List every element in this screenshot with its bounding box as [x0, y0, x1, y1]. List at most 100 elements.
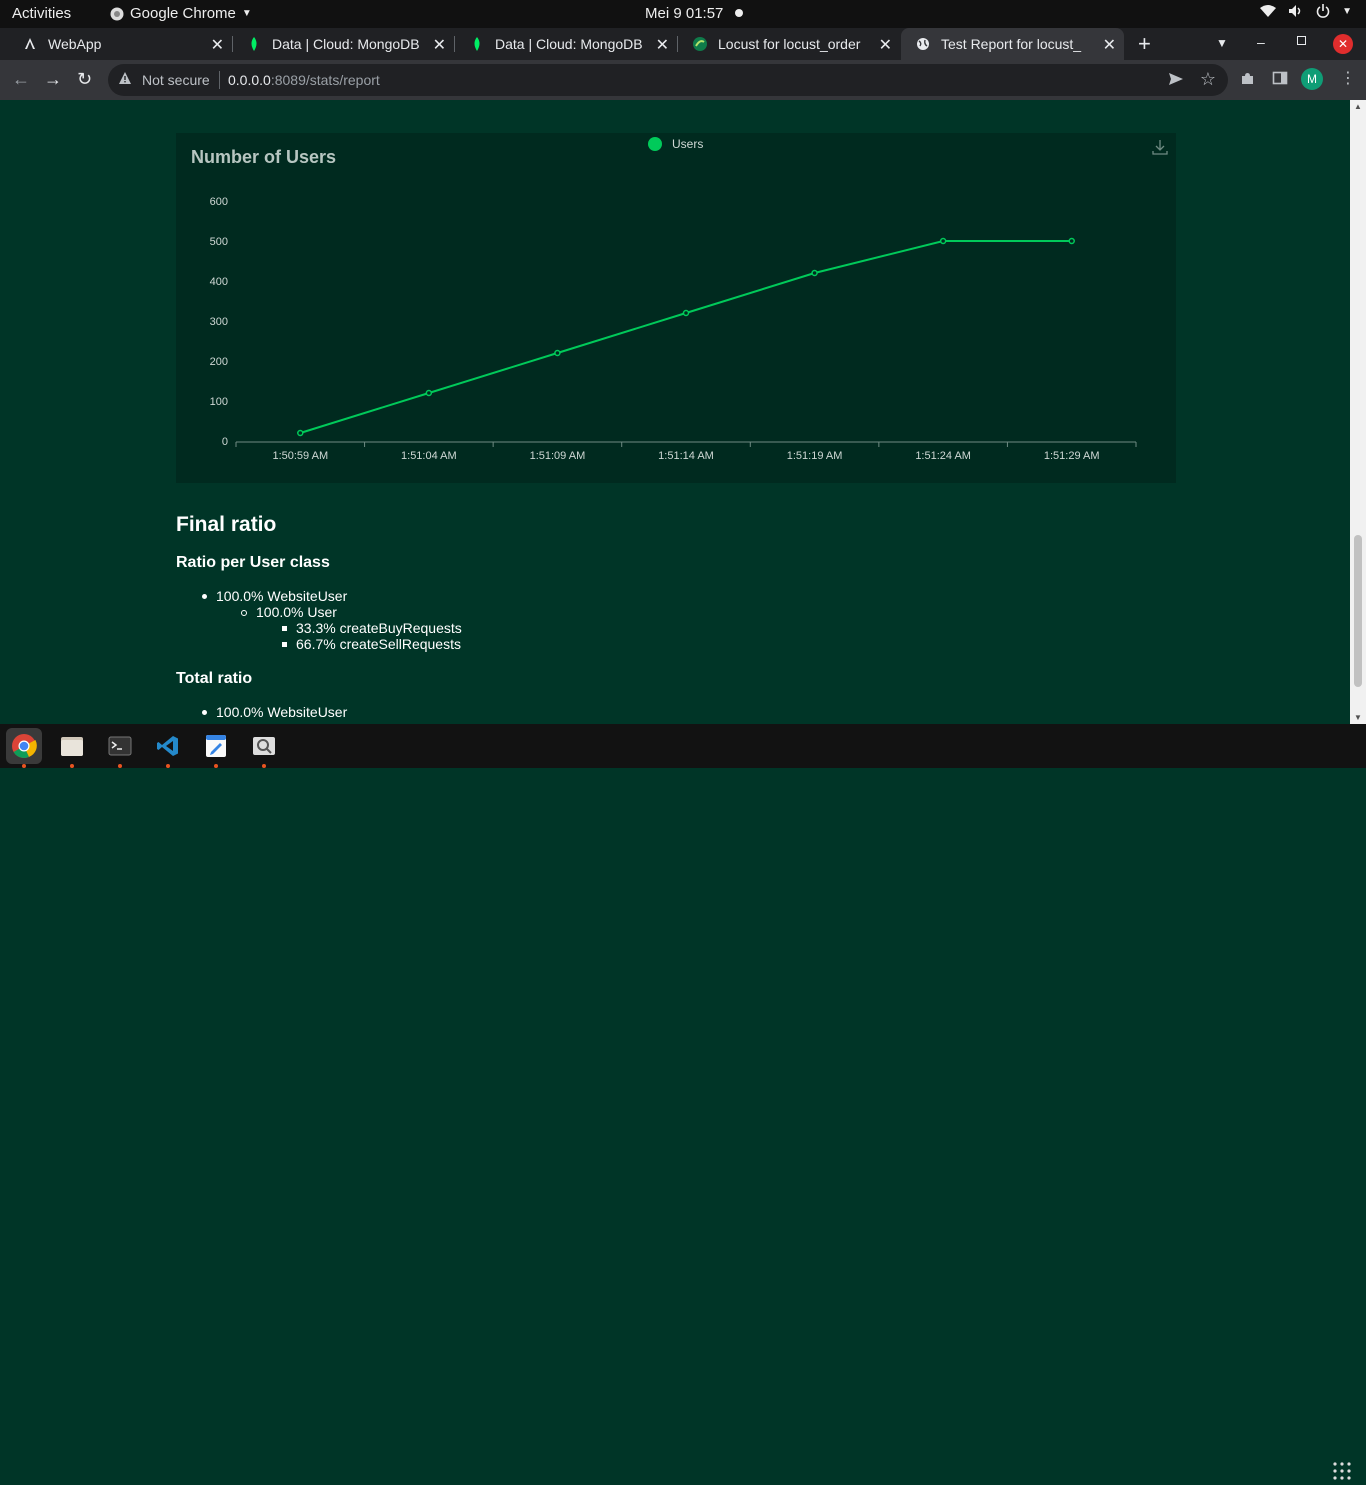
scrollbar-thumb[interactable] [1354, 535, 1362, 687]
running-indicator [166, 764, 170, 768]
close-tab-icon[interactable]: ✕ [211, 35, 224, 55]
data-point [425, 389, 433, 397]
reload-icon[interactable]: ↻ [77, 69, 92, 90]
tab-title: Data | Cloud: MongoDB [272, 36, 420, 52]
close-tab-icon[interactable]: ✕ [879, 35, 892, 55]
total-ratio-heading: Total ratio [176, 670, 253, 687]
scroll-up-arrow-icon[interactable]: ▲ [1354, 102, 1362, 111]
clock[interactable]: Mei 9 01:57 [645, 5, 723, 22]
x-tick-label: 1:51:04 AM [401, 450, 457, 462]
running-indicator [22, 764, 26, 768]
chevron-down-icon: ▼ [1342, 5, 1352, 17]
series-line-users [299, 240, 1072, 434]
warning-triangle-icon[interactable] [118, 71, 132, 88]
close-tab-icon[interactable]: ✕ [433, 35, 446, 55]
dock-chrome[interactable] [6, 728, 42, 764]
list-bullet [282, 642, 287, 647]
bookmark-star-icon[interactable]: ☆ [1200, 69, 1216, 90]
send-to-devices-icon[interactable] [1168, 72, 1184, 89]
app-name: Google Chrome [130, 5, 236, 22]
system-top-bar: Activities Google Chrome ▼ Mei 9 01:57 ▼ [0, 0, 1366, 28]
globe-icon [915, 36, 931, 52]
tab-webapp[interactable]: WebApp ✕ [8, 28, 232, 60]
data-point [811, 269, 818, 277]
data-point [939, 237, 947, 245]
data-point [297, 429, 304, 437]
restore-button[interactable] [1297, 36, 1306, 45]
tab-title: Locust for locust_order [718, 36, 861, 52]
scroll-down-arrow-icon[interactable]: ▼ [1354, 713, 1362, 722]
x-tick-label: 1:51:09 AM [530, 450, 586, 462]
chevron-down-icon: ▼ [241, 8, 252, 19]
tab-mongodb-1[interactable]: Data | Cloud: MongoDB ✕ [232, 28, 454, 60]
minimize-button[interactable]: – [1257, 34, 1265, 50]
magnifier-icon [253, 737, 275, 755]
dock-text-editor[interactable] [198, 728, 234, 764]
list-item: 33.3% createBuyRequests [296, 620, 462, 636]
y-tick-label: 400 [210, 276, 228, 288]
new-tab-button[interactable]: + [1138, 31, 1151, 57]
angular-icon [22, 36, 38, 52]
system-menu[interactable]: ▼ [1260, 4, 1352, 18]
back-arrow-icon[interactable]: ← [12, 69, 30, 90]
y-tick-label: 0 [222, 436, 228, 448]
security-label[interactable]: Not secure [142, 72, 210, 88]
tab-title: Data | Cloud: MongoDB [495, 36, 643, 52]
activities-button[interactable]: Activities [12, 5, 71, 22]
list-bullet [202, 594, 207, 599]
extensions-puzzle-icon[interactable] [1240, 70, 1256, 91]
tab-locust[interactable]: Locust for locust_order ✕ [678, 28, 900, 60]
x-tick-label: 1:51:19 AM [787, 450, 843, 462]
omnibox-divider [219, 71, 220, 89]
running-indicator [118, 764, 122, 768]
users-chart-panel: Number of Users Users 0 100 200 300 400 500 60… [176, 133, 1176, 483]
users-line-chart: 0 100 200 300 400 500 600 1:50:59 AM 1:51:04 AM 1… [210, 196, 1137, 462]
browser-toolbar: ← → ↻ Not secure 0.0.0.0:8089/stats/repo… [0, 60, 1366, 100]
x-tick-label: 1:51:29 AM [1044, 450, 1100, 462]
address-bar[interactable]: Not secure 0.0.0.0:8089/stats/report ☆ [108, 64, 1228, 96]
side-panel-icon[interactable] [1272, 70, 1288, 91]
profile-avatar[interactable]: M [1301, 68, 1323, 90]
terminal-icon [108, 736, 132, 756]
vscode-icon [157, 736, 178, 756]
close-tab-icon[interactable]: ✕ [1103, 35, 1116, 55]
dock-terminal[interactable] [102, 728, 138, 764]
y-tick-label: 200 [210, 356, 228, 368]
data-point [1068, 237, 1075, 245]
power-icon [1316, 4, 1330, 18]
dock [0, 724, 1366, 1480]
tab-strip: WebApp ✕ Data | Cloud: MongoDB ✕ Data | … [0, 28, 1366, 60]
forward-arrow-icon[interactable]: → [44, 69, 62, 90]
report-page: Number of Users Users 0 100 200 300 400 500 60… [0, 100, 1350, 724]
dock-screenshot[interactable] [246, 728, 282, 764]
data-point [554, 349, 561, 357]
tab-mongodb-2[interactable]: Data | Cloud: MongoDB ✕ [455, 28, 677, 60]
list-bullet [241, 610, 247, 616]
volume-icon [1289, 5, 1301, 17]
app-menu[interactable]: Google Chrome ▼ [110, 5, 252, 22]
dock-files[interactable] [54, 728, 90, 764]
text-editor-icon [206, 735, 226, 757]
list-item: 100.0% User [256, 604, 337, 620]
list-bullet [202, 710, 207, 715]
url-path: :8089/stats/report [270, 72, 380, 88]
running-indicator [262, 764, 266, 768]
final-ratio-heading: Final ratio [176, 513, 277, 536]
close-tab-icon[interactable]: ✕ [656, 35, 669, 55]
ratio-per-class-heading: Ratio per User class [176, 554, 330, 571]
tab-title: Test Report for locust_ [941, 36, 1082, 52]
folder-icon [61, 737, 83, 756]
page-scrollbar[interactable]: ▲ ▼ [1350, 100, 1366, 724]
show-apps-grid-icon[interactable] [1333, 1462, 1351, 1485]
running-indicator [70, 764, 74, 768]
wifi-icon [1260, 5, 1277, 17]
mongodb-leaf-icon [246, 36, 262, 52]
more-menu-icon[interactable]: ⋮ [1340, 68, 1356, 88]
tab-test-report[interactable]: Test Report for locust_ ✕ [901, 28, 1124, 60]
dock-vscode[interactable] [150, 728, 186, 764]
mongodb-leaf-icon [469, 36, 485, 52]
chrome-icon [110, 7, 124, 20]
url-text[interactable]: 0.0.0.0:8089/stats/report [228, 72, 380, 88]
close-window-button[interactable]: ✕ [1333, 34, 1353, 54]
tab-search-chevron-icon[interactable]: ▼ [1216, 36, 1228, 50]
